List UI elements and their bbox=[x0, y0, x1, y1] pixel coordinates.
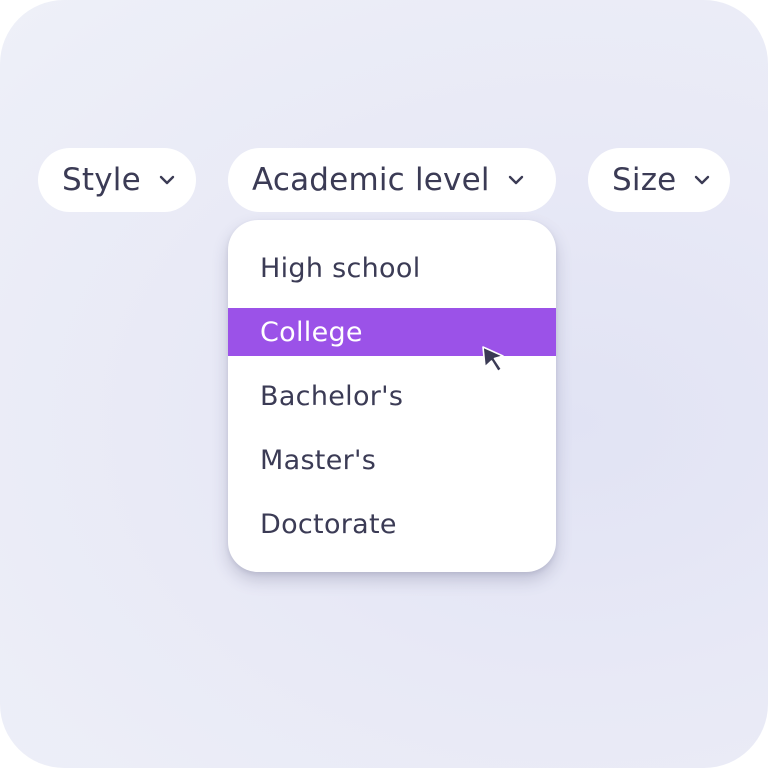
chevron-down-icon bbox=[159, 175, 175, 185]
menu-option-label: College bbox=[260, 316, 363, 348]
menu-option-label: Bachelor's bbox=[260, 380, 404, 412]
menu-option-bachelors[interactable]: Bachelor's bbox=[228, 372, 556, 420]
menu-option-label: Master's bbox=[260, 444, 377, 476]
chevron-down-icon bbox=[508, 175, 523, 185]
size-filter-dropdown[interactable]: Size bbox=[588, 148, 730, 212]
menu-option-label: High school bbox=[260, 252, 421, 284]
menu-option-doctorate[interactable]: Doctorate bbox=[228, 500, 556, 548]
size-filter-label: Size bbox=[612, 162, 677, 198]
menu-option-college[interactable]: College bbox=[228, 308, 556, 356]
menu-option-high-school[interactable]: High school bbox=[228, 244, 556, 292]
academic-level-filter-label: Academic level bbox=[252, 162, 490, 198]
menu-option-masters[interactable]: Master's bbox=[228, 436, 556, 484]
academic-level-menu: High school College Bachelor's Master's … bbox=[228, 220, 556, 572]
mouse-pointer-icon bbox=[482, 346, 504, 373]
style-filter-label: Style bbox=[62, 162, 141, 198]
menu-option-label: Doctorate bbox=[260, 508, 397, 540]
academic-level-filter-dropdown[interactable]: Academic level bbox=[228, 148, 556, 212]
style-filter-dropdown[interactable]: Style bbox=[38, 148, 196, 212]
app-canvas: Style Academic level Size High school Co… bbox=[0, 0, 768, 768]
chevron-down-icon bbox=[695, 175, 710, 185]
